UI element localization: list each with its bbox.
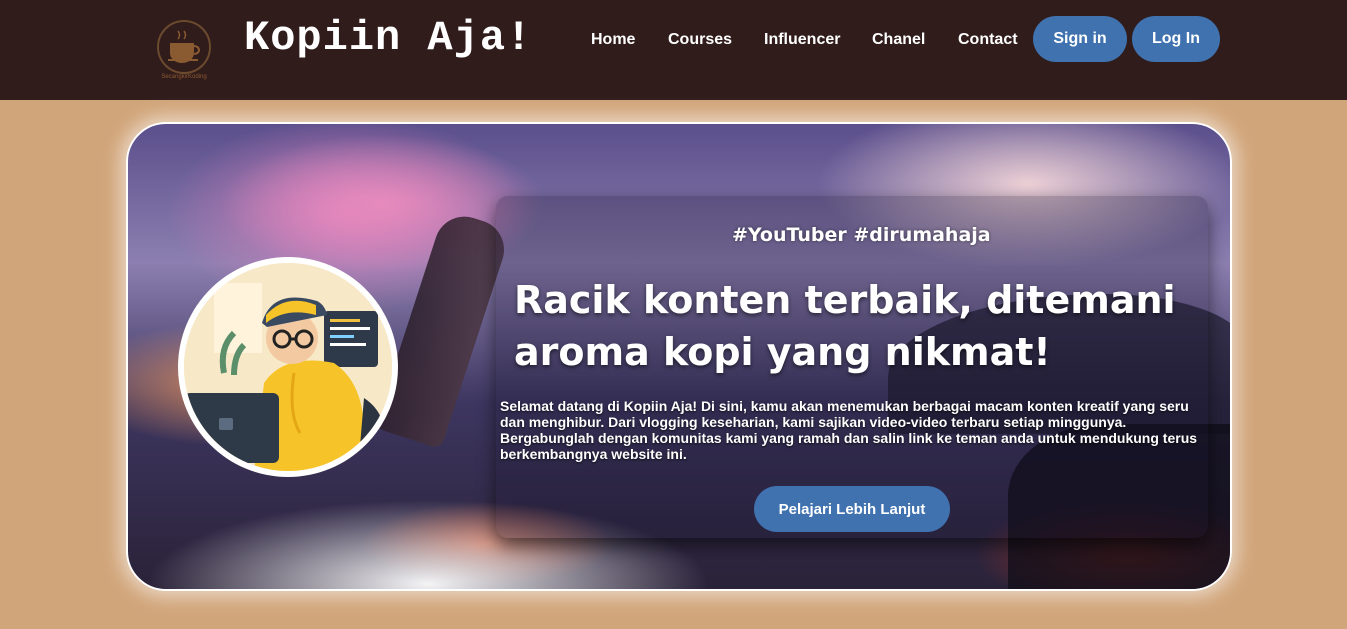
nav-chanel[interactable]: Chanel bbox=[872, 31, 925, 49]
log-in-button[interactable]: Log In bbox=[1132, 16, 1220, 62]
hero-banner: #YouTuber #dirumahaja Racik konten terba… bbox=[126, 122, 1232, 591]
hero-description: Selamat datang di Kopiin Aja! Di sini, k… bbox=[500, 398, 1198, 462]
developer-avatar-icon bbox=[184, 263, 392, 471]
hero-tagline: #YouTuber #dirumahaja bbox=[732, 224, 991, 246]
site-header: SecangkirKoding Kopiin Aja! Home Courses… bbox=[0, 0, 1347, 100]
logo[interactable]: SecangkirKoding bbox=[150, 19, 218, 81]
nav-influencer[interactable]: Influencer bbox=[764, 31, 840, 49]
hero-headline: Racik konten terbaik, ditemani aroma kop… bbox=[514, 278, 1176, 374]
nav-contact[interactable]: Contact bbox=[958, 31, 1018, 49]
sign-in-button[interactable]: Sign in bbox=[1033, 16, 1127, 62]
brand-title[interactable]: Kopiin Aja! bbox=[244, 14, 532, 62]
coffee-cup-logo-icon: SecangkirKoding bbox=[157, 20, 211, 80]
nav-home[interactable]: Home bbox=[591, 31, 635, 49]
developer-illustration bbox=[184, 263, 392, 471]
learn-more-button[interactable]: Pelajari Lebih Lanjut bbox=[754, 486, 950, 532]
avatar-frame bbox=[178, 257, 398, 477]
logo-caption: SecangkirKoding bbox=[161, 74, 206, 80]
nav-courses[interactable]: Courses bbox=[668, 31, 732, 49]
